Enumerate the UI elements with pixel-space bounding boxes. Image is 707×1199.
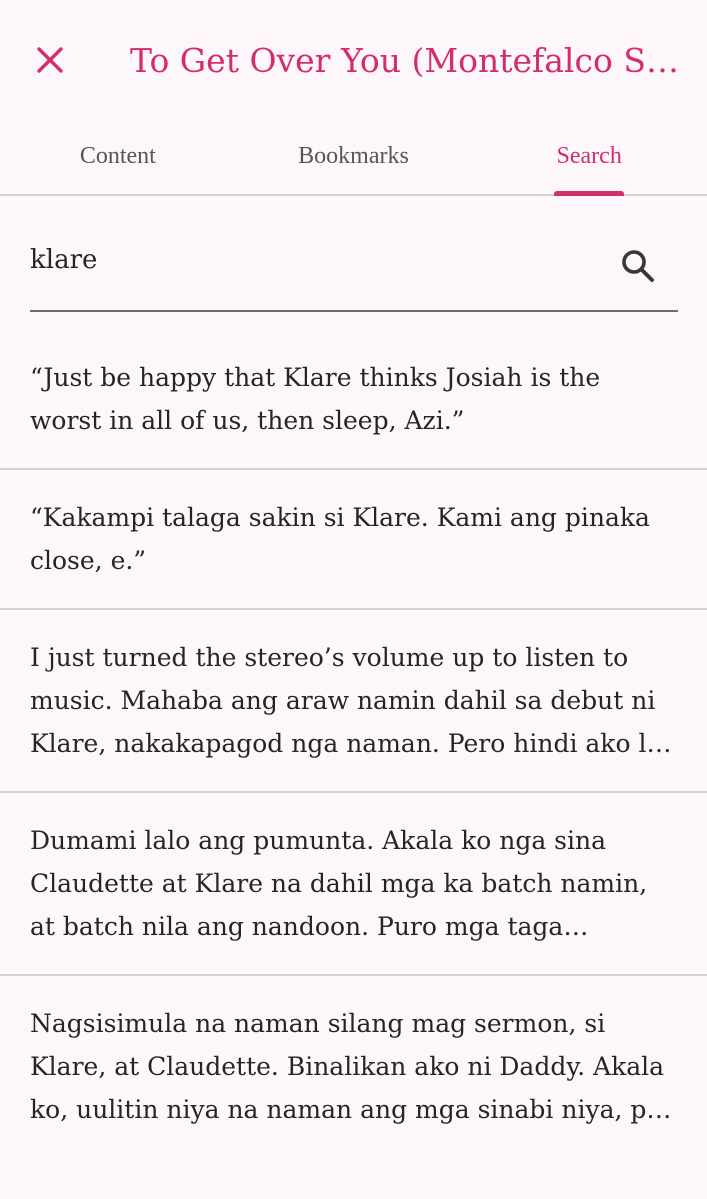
search-result-item[interactable]: Dumami lalo ang pumunta. Akala ko nga si… (0, 793, 707, 976)
search-results-list: “Just be happy that Klare thinks Josiah … (0, 330, 707, 1157)
close-button[interactable] (26, 36, 74, 84)
tab-label: Bookmarks (298, 142, 409, 169)
search-result-item[interactable]: “Just be happy that Klare thinks Josiah … (0, 330, 707, 470)
book-title: To Get Over You (Montefalco Ser… (130, 41, 682, 80)
search-result-item[interactable]: I just turned the stereo’s volume up to … (0, 610, 707, 793)
result-text: Nagsisimula na naman silang mag sermon, … (30, 1009, 672, 1124)
app-bar: To Get Over You (Montefalco Ser… (0, 0, 707, 118)
result-text: Dumami lalo ang pumunta. Akala ko nga si… (30, 826, 648, 941)
result-text: “Kakampi talaga sakin si Klare. Kami ang… (30, 503, 650, 575)
tab-content[interactable]: Content (0, 118, 236, 194)
tab-bookmarks[interactable]: Bookmarks (236, 118, 472, 194)
tab-search[interactable]: Search (471, 118, 707, 196)
tab-bar: Content Bookmarks Search (0, 118, 707, 196)
tab-label: Search (556, 142, 622, 169)
search-field (30, 218, 678, 312)
tab-label: Content (79, 142, 156, 169)
close-icon (37, 47, 63, 73)
search-input[interactable] (30, 238, 590, 282)
search-icon[interactable] (618, 246, 658, 286)
result-text: I just turned the stereo’s volume up to … (30, 643, 672, 758)
active-tab-indicator (554, 191, 625, 196)
result-text: “Just be happy that Klare thinks Josiah … (30, 363, 601, 435)
search-result-item[interactable]: “Kakampi talaga sakin si Klare. Kami ang… (0, 470, 707, 610)
search-result-item[interactable]: Nagsisimula na naman silang mag sermon, … (0, 976, 707, 1157)
